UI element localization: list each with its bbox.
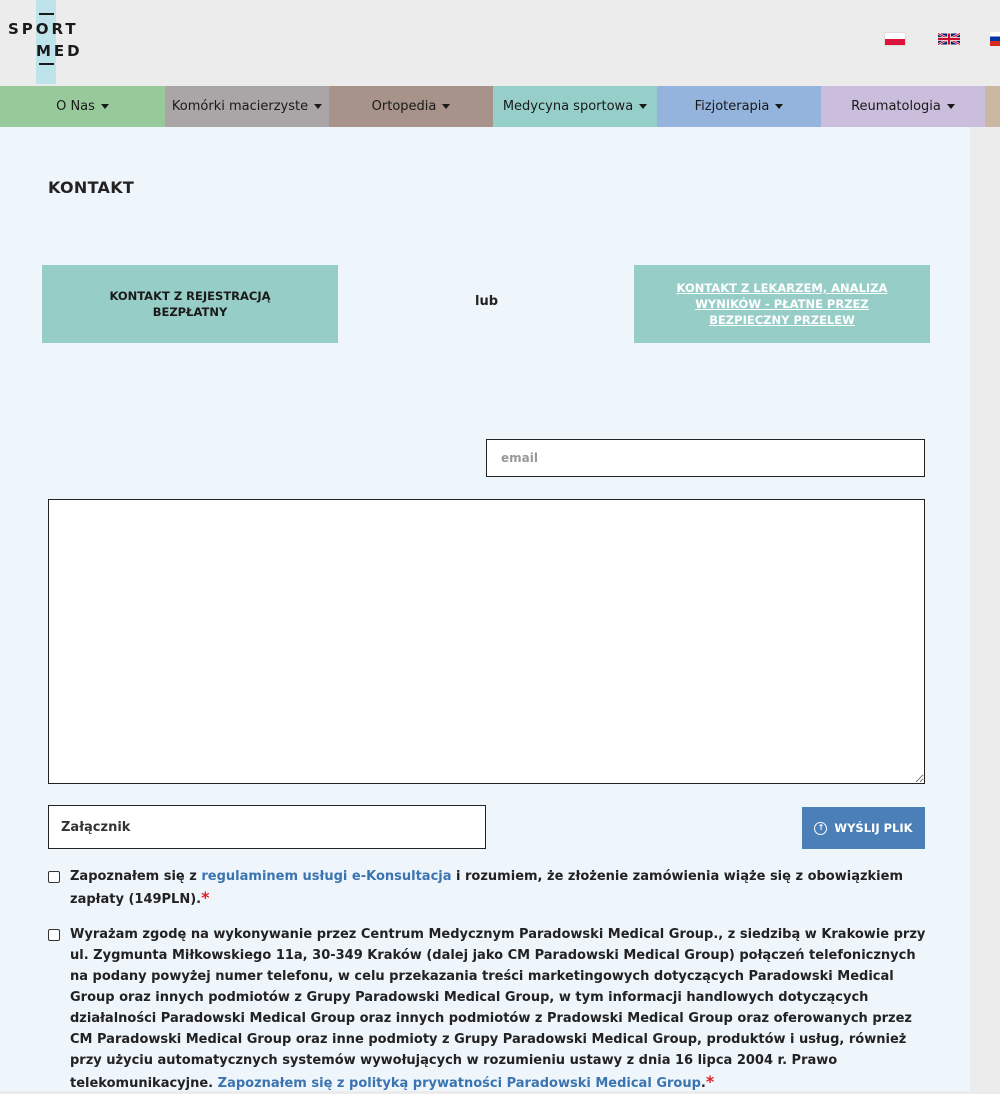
upload-file-button[interactable]: ↑ WYŚLIJ PLIK [802,807,925,849]
nav-item-reumatologia[interactable]: Reumatologia [821,86,985,127]
marketing-consent-text: Wyrażam zgodę na wykonywanie przez Centr… [70,924,928,1094]
consent-text-before: Zapoznałem się z [70,869,202,884]
main-content: KONTAKT KONTAKT Z REJESTRACJĄ BEZPŁATNY … [0,127,970,1091]
nav-item-label: O Nas [56,99,95,114]
email-input[interactable] [486,439,925,477]
marketing-checkbox[interactable] [48,929,60,941]
caret-down-icon [100,104,109,109]
pl-flag-icon[interactable] [884,32,906,46]
terms-consent: Zapoznałem się z regulaminem usługi e-Ko… [48,866,928,910]
terms-consent-text: Zapoznałem się z regulaminem usługi e-Ko… [70,866,928,910]
caret-down-icon [314,104,323,109]
nav-item-ortopedia[interactable]: Ortopedia [329,86,493,127]
terms-checkbox[interactable] [48,871,60,883]
caret-down-icon [946,104,955,109]
marketing-consent: Wyrażam zgodę na wykonywanie przez Centr… [48,924,928,1094]
ru-flag-icon[interactable] [990,32,1000,46]
nav-item-label: Medycyna sportowa [502,99,634,114]
nav-item-o-nas[interactable]: O Nas [0,86,165,127]
nav-item-label: Komórki macierzyste [171,99,309,114]
main-nav: O Nas Komórki macierzyste Ortopedia Medy… [0,86,1000,127]
nav-item-label: Fizjoterapia [694,99,770,114]
logo-underline [39,63,54,65]
upload-arrow-icon: ↑ [814,821,828,835]
sportmed-logo[interactable]: SPORT MED [0,0,120,86]
nav-item-more[interactable] [985,86,1000,127]
privacy-policy-link[interactable]: Zapoznałem się z polityką prywatności Pa… [218,1076,701,1091]
nav-item-label: Ortopedia [371,99,437,114]
nav-item-fizjoterapia[interactable]: Fizjoterapia [657,86,821,127]
nav-item-medycyna-sportowa[interactable]: Medycyna sportowa [493,86,657,127]
message-textarea[interactable] [48,499,925,784]
contact-doctor-paid-link[interactable]: KONTAKT Z LEKARZEM, ANALIZA WYNIKÓW - PŁ… [634,265,930,343]
upload-button-label: WYŚLIJ PLIK [834,821,913,835]
site-header: SPORT MED [0,0,1000,86]
logo-overline [39,13,54,15]
gb-flag-icon[interactable] [938,32,960,46]
attachment-label: Załącznik [61,819,131,835]
caret-down-icon [639,104,648,109]
logo-line-bottom: MED [36,42,83,60]
required-asterisk: * [705,1072,715,1091]
caret-down-icon [442,104,451,109]
caret-down-icon [775,104,784,109]
attachment-field[interactable]: Załącznik [48,805,486,849]
or-separator: lub [475,294,499,309]
logo-line-top: SPORT [8,20,79,38]
nav-item-label: Reumatologia [851,99,941,114]
nav-item-komorki-macierzyste[interactable]: Komórki macierzyste [165,86,329,127]
required-asterisk: * [201,888,210,907]
contact-registration-button[interactable]: KONTAKT Z REJESTRACJĄ BEZPŁATNY [42,265,338,343]
terms-link[interactable]: regulaminem usługi e-Konsultacja [201,869,451,884]
consent-text-before: Wyrażam zgodę na wykonywanie przez Centr… [70,927,926,1091]
page-title: KONTAKT [48,178,135,197]
